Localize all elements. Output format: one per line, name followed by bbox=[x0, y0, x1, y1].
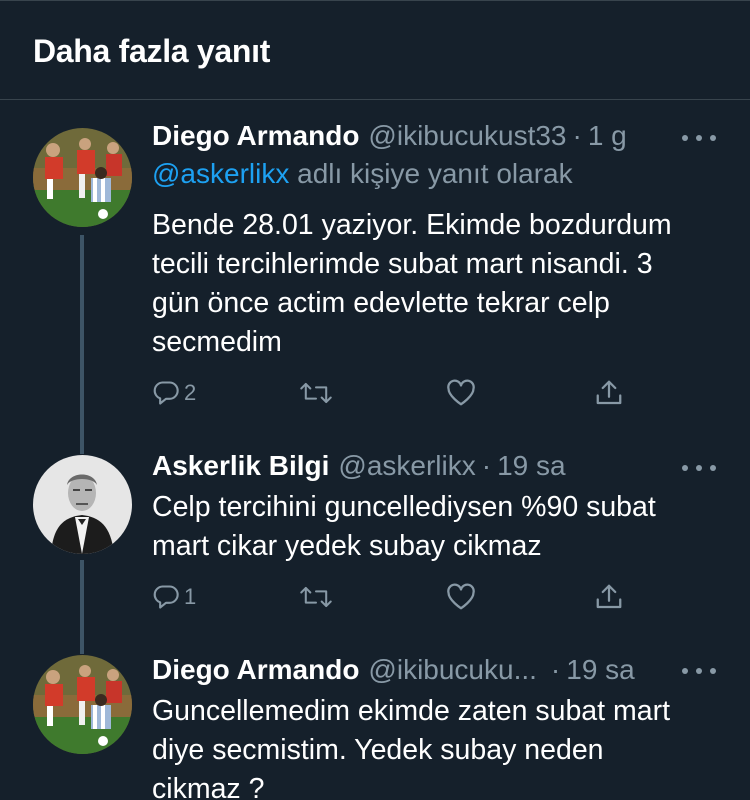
reply-count: 1 bbox=[184, 584, 197, 609]
reply-button[interactable]: 2 bbox=[152, 373, 196, 413]
more-icon[interactable] bbox=[682, 661, 716, 681]
thread-line bbox=[80, 640, 84, 654]
retweet-button[interactable] bbox=[299, 373, 333, 413]
more-icon[interactable] bbox=[682, 458, 716, 478]
tweet-text-line: cikmaz ? bbox=[152, 773, 265, 800]
tweet-header: Askerlik Bilgi @askerlikx · 19 sa bbox=[152, 450, 566, 486]
reply-context: @askerlikx adlı kişiye yanıt olarak bbox=[152, 158, 573, 190]
tweet-actions: 2 bbox=[152, 373, 632, 413]
tweet-actions: 1 bbox=[152, 577, 632, 617]
thread-line bbox=[80, 560, 84, 640]
reply-context-text: adlı kişiye yanıt olarak bbox=[289, 158, 573, 189]
tweet-3[interactable]: Diego Armando @ikibucuku... · 19 sa Gunc… bbox=[0, 640, 750, 800]
tweet-text-line: tecili tercihlerimde subat mart nisandi.… bbox=[152, 248, 653, 280]
like-button[interactable] bbox=[446, 373, 476, 413]
tweet-text-line: gün önce actim edevlette tekrar celp bbox=[152, 287, 610, 319]
tweet-text-line: secmedim bbox=[152, 326, 282, 358]
page-title: Daha fazla yanıt bbox=[33, 33, 271, 69]
tweet-1[interactable]: Diego Armando @ikibucukust33 · 1 g @aske… bbox=[0, 100, 750, 440]
reply-button[interactable]: 1 bbox=[152, 577, 196, 617]
thread-line bbox=[80, 235, 84, 440]
tweet-time[interactable]: 19 sa bbox=[566, 654, 635, 686]
tweet-text-line: Celp tercihini guncellediysen %90 subat bbox=[152, 491, 656, 523]
avatar[interactable] bbox=[33, 455, 132, 554]
like-icon bbox=[447, 583, 475, 610]
tweet-text: Celp tercihini guncellediysen %90 subat … bbox=[152, 488, 722, 566]
author-name[interactable]: Askerlik Bilgi bbox=[152, 450, 329, 482]
author-name[interactable]: Diego Armando bbox=[152, 120, 359, 152]
football-photo bbox=[33, 655, 132, 754]
reply-icon bbox=[153, 381, 179, 405]
more-icon[interactable] bbox=[682, 128, 716, 148]
mention-link[interactable]: @askerlikx bbox=[152, 158, 289, 189]
tweet-text: Bende 28.01 yaziyor. Ekimde bozdurdum te… bbox=[152, 206, 722, 362]
reply-count: 2 bbox=[184, 380, 197, 405]
author-handle[interactable]: @askerlikx bbox=[338, 450, 475, 482]
share-icon bbox=[596, 380, 622, 405]
author-handle[interactable]: @ikibucukust33 bbox=[368, 120, 566, 152]
football-photo bbox=[33, 128, 132, 227]
separator: · bbox=[481, 450, 492, 481]
retweet-icon bbox=[300, 586, 332, 608]
tweet-time[interactable]: 19 sa bbox=[497, 450, 566, 482]
author-handle[interactable]: @ikibucuku... bbox=[368, 654, 537, 686]
separator: · bbox=[572, 120, 582, 151]
tweet-2[interactable]: Askerlik Bilgi @askerlikx · 19 sa Celp t… bbox=[0, 440, 750, 640]
thread-line bbox=[80, 440, 84, 454]
separator: · bbox=[550, 654, 561, 685]
tweet-text-line: mart cikar yedek subay cikmaz bbox=[152, 530, 542, 562]
tweet-time[interactable]: 1 g bbox=[588, 120, 627, 152]
avatar[interactable] bbox=[33, 128, 132, 227]
like-icon bbox=[447, 379, 475, 406]
author-name[interactable]: Diego Armando bbox=[152, 654, 359, 686]
reply-icon bbox=[153, 585, 179, 609]
tweet-text-line: diye secmistim. Yedek subay neden bbox=[152, 734, 604, 766]
tweet-header: Diego Armando @ikibucukust33 · 1 g bbox=[152, 120, 627, 156]
portrait-photo bbox=[33, 455, 132, 554]
share-button[interactable] bbox=[594, 373, 624, 413]
retweet-button[interactable] bbox=[299, 577, 333, 617]
more-replies-header: Daha fazla yanıt bbox=[0, 0, 750, 100]
like-button[interactable] bbox=[446, 577, 476, 617]
retweet-icon bbox=[300, 382, 332, 404]
tweet-text: Guncellemedim ekimde zaten subat mart di… bbox=[152, 692, 722, 800]
avatar[interactable] bbox=[33, 655, 132, 754]
tweet-text-line: Guncellemedim ekimde zaten subat mart bbox=[152, 695, 670, 727]
tweet-header: Diego Armando @ikibucuku... · 19 sa bbox=[152, 654, 635, 690]
tweet-text-line: Bende 28.01 yaziyor. Ekimde bozdurdum bbox=[152, 209, 672, 241]
share-icon bbox=[596, 584, 622, 609]
share-button[interactable] bbox=[594, 577, 624, 617]
